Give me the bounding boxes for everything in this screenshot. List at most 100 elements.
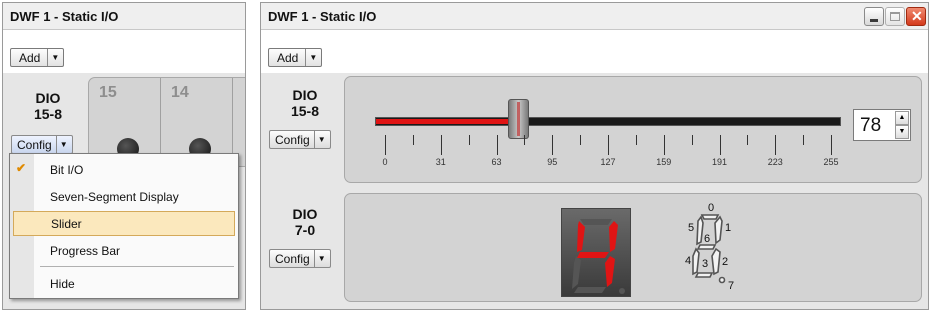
slider-tick-label: 159 <box>656 157 672 167</box>
window-title: DWF 1 - Static I/O <box>268 9 377 24</box>
seg-label-7: 7 <box>728 280 734 292</box>
slider-fill <box>376 119 519 124</box>
static-io-window-right: DWF 1 - Static I/O ✕ Add ▼ DIO 15-8 Conf… <box>260 2 929 310</box>
menu-item-label: Hide <box>50 277 75 291</box>
minimize-button[interactable] <box>864 7 884 26</box>
group-label-line1: DIO <box>292 87 318 103</box>
group-label-line1: DIO <box>35 90 61 106</box>
legend-seg-g <box>696 244 717 250</box>
value-display: 78 <box>860 115 882 136</box>
digit-seg-d <box>574 287 606 293</box>
slider-minor-tick <box>747 135 749 145</box>
config-button[interactable]: Config ▼ <box>269 130 331 149</box>
static-io-window-left: DWF 1 - Static I/O Add ▼ DIO 15-8 Config… <box>2 2 246 310</box>
seg-label-6: 6 <box>704 233 710 245</box>
digit-seg-f <box>577 221 585 252</box>
add-button[interactable]: Add ▼ <box>10 48 65 67</box>
menu-item-bit-io[interactable]: ✔ Bit I/O <box>10 157 238 182</box>
add-button-label: Add <box>269 49 307 66</box>
chevron-down-icon[interactable]: ▼ <box>306 53 321 62</box>
seg-label-1: 1 <box>725 222 731 234</box>
spin-down-button[interactable]: ▼ <box>895 125 909 139</box>
minimize-icon <box>870 19 878 22</box>
slider-tick-label: 31 <box>435 157 446 167</box>
slider-tick-label: 223 <box>767 157 783 167</box>
segment-legend-diagram: 0 1 2 3 4 5 6 7 <box>685 202 734 292</box>
add-button[interactable]: Add ▼ <box>268 48 323 67</box>
slider-track[interactable] <box>375 117 841 126</box>
config-menu: ✔ Bit I/O Seven-Segment Display Slider P… <box>9 153 239 299</box>
chevron-down-icon: ▼ <box>898 128 906 135</box>
seg-label-3: 3 <box>702 258 708 270</box>
menu-item-progress-bar[interactable]: Progress Bar <box>10 238 238 263</box>
menu-item-label: Bit I/O <box>50 163 84 177</box>
group-label-line1: DIO <box>292 206 318 222</box>
close-button[interactable]: ✕ <box>906 7 926 26</box>
toolbar: Add ▼ <box>3 31 245 72</box>
bit-number: 14 <box>171 84 189 101</box>
check-icon: ✔ <box>16 161 27 175</box>
config-button-label: Config <box>270 250 315 267</box>
legend-seg-dp <box>718 276 726 284</box>
chevron-down-icon[interactable]: ▼ <box>48 53 63 62</box>
slider-tick-label: 255 <box>823 157 839 167</box>
content-area: DIO 15-8 Config ▼ 0 31 63 95 127 159 191 223 255… <box>261 73 928 309</box>
chevron-up-icon: ▲ <box>898 114 906 121</box>
legend-seg-f <box>696 215 704 246</box>
seg-label-2: 2 <box>722 256 728 268</box>
slider-tick <box>608 135 609 155</box>
legend-seg-c <box>711 247 721 276</box>
legend-seg-e <box>692 247 700 276</box>
config-button[interactable]: Config ▼ <box>11 135 73 154</box>
slider-tick <box>440 135 442 155</box>
seven-segment-panel: 0 1 2 3 4 5 6 7 <box>344 193 922 302</box>
value-spinbox[interactable]: 78 ▲ ▼ <box>853 109 911 141</box>
slider-thumb[interactable] <box>507 99 529 139</box>
menu-item-seven-segment[interactable]: Seven-Segment Display <box>10 184 238 209</box>
chevron-down-icon[interactable]: ▼ <box>315 254 330 263</box>
slider-tick-label: 0 <box>382 157 388 167</box>
slider-tick <box>663 135 665 155</box>
legend-seg-d <box>694 272 714 278</box>
config-button-label: Config <box>12 136 57 153</box>
title-bar: DWF 1 - Static I/O <box>3 3 245 30</box>
chevron-down-icon[interactable]: ▼ <box>315 135 330 144</box>
config-button[interactable]: Config ▼ <box>269 249 331 268</box>
slider-minor-tick <box>691 135 693 145</box>
menu-item-label: Slider <box>51 217 82 231</box>
menu-item-hide[interactable]: Hide <box>10 271 238 296</box>
group-label-dio-15-8: DIO 15-8 <box>26 90 70 122</box>
slider-tick-label: 95 <box>547 157 558 167</box>
close-icon: ✕ <box>911 8 923 24</box>
slider-minor-tick <box>524 135 526 145</box>
digit-seg-dp <box>619 288 625 294</box>
slider-minor-tick <box>580 135 582 145</box>
menu-item-slider[interactable]: Slider <box>13 211 235 236</box>
seven-segment-display[interactable] <box>561 208 631 297</box>
group-label-line2: 15-8 <box>290 103 320 119</box>
seg-label-0: 0 <box>708 202 714 214</box>
slider-tick <box>552 135 554 155</box>
toolbar: Add ▼ <box>261 31 928 72</box>
bit-15: 15 <box>89 78 161 160</box>
slider-tick-label: 191 <box>711 157 728 167</box>
chevron-down-icon[interactable]: ▼ <box>57 140 72 149</box>
title-bar: DWF 1 - Static I/O ✕ <box>261 3 928 30</box>
slider-tick-label: 63 <box>491 157 502 167</box>
legend-seg-b <box>714 215 723 245</box>
add-button-label: Add <box>11 49 49 66</box>
digit-seg-a <box>580 219 612 225</box>
maximize-button[interactable] <box>885 7 905 26</box>
digit-seg-c <box>605 256 615 287</box>
seg-label-5: 5 <box>688 222 694 234</box>
seg-label-4: 4 <box>685 255 691 267</box>
digit-seg-b <box>609 221 618 252</box>
slider-minor-tick <box>468 135 470 145</box>
digit-seg-g <box>577 252 609 258</box>
slider-tick <box>385 135 386 155</box>
menu-item-label: Seven-Segment Display <box>50 190 179 204</box>
spin-up-button[interactable]: ▲ <box>895 111 909 125</box>
legend-seg-a <box>700 214 720 220</box>
menu-separator <box>40 266 234 267</box>
slider-panel: 0 31 63 95 127 159 191 223 255 78 ▲ ▼ <box>344 76 922 183</box>
